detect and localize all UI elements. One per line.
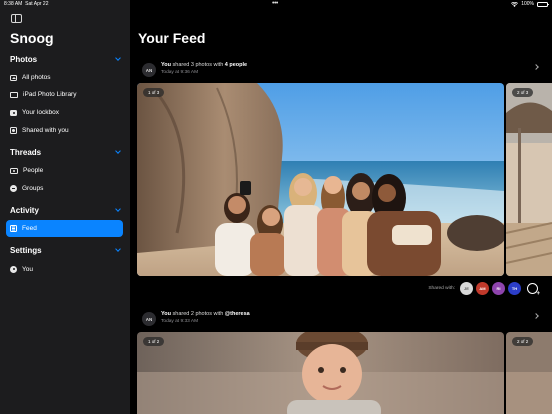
photo-child[interactable]: 1 of 2 <box>137 332 504 414</box>
section-settings[interactable]: Settings <box>10 243 124 257</box>
post-header[interactable]: AN You shared 2 photos with @theresa Tod… <box>142 311 542 331</box>
sidebar-item-label: All photos <box>22 74 51 81</box>
section-label: Photos <box>10 54 38 64</box>
multitasking-dots[interactable]: ••• <box>272 0 278 7</box>
lockbox-icon <box>10 109 17 116</box>
sidebar-item-label: You <box>22 266 33 273</box>
photo-counter-badge: 2 of 3 <box>512 88 534 97</box>
status-right: 100% <box>511 1 549 7</box>
child-photo-image <box>137 332 504 414</box>
photo-icon <box>10 74 17 81</box>
section-photos[interactable]: Photos <box>10 52 124 66</box>
photo-next-preview[interactable]: 2 of 3 <box>506 83 552 276</box>
wifi-icon <box>511 1 519 7</box>
people-icon <box>10 167 18 174</box>
sidebar-item-feed[interactable]: Feed <box>6 220 123 237</box>
next-photo-image <box>506 83 552 276</box>
shared-icon <box>10 127 17 134</box>
shared-with-label: Shared with: <box>428 285 455 291</box>
section-threads[interactable]: Threads <box>10 145 124 159</box>
post-summary: You shared 2 photos with @theresa <box>161 311 250 317</box>
avatar[interactable]: AN <box>142 312 156 326</box>
sidebar-item-shared-with-you[interactable]: Shared with you <box>6 122 123 139</box>
chevron-right-icon[interactable] <box>533 313 539 319</box>
sidebar-item-people[interactable]: People <box>6 162 123 179</box>
chevron-down-icon <box>115 55 121 61</box>
photo-next-preview[interactable]: 2 of 2 <box>506 332 552 414</box>
photo-beach-group[interactable]: 1 of 3 <box>137 83 504 276</box>
chevron-right-icon[interactable] <box>533 64 539 70</box>
chevron-down-icon <box>115 206 121 212</box>
sidebar-item-label: iPad Photo Library <box>23 91 77 98</box>
sidebar-item-groups[interactable]: Groups <box>6 180 123 197</box>
sidebar-item-label: Your lockbox <box>22 109 59 116</box>
sidebar-item-you[interactable]: You <box>6 261 123 278</box>
app-title: Snoog <box>10 30 54 46</box>
sidebar-item-label: Shared with you <box>22 127 69 134</box>
section-label: Threads <box>10 147 42 157</box>
avatar[interactable]: RI <box>492 281 505 295</box>
page-title: Your Feed <box>138 30 206 46</box>
avatar[interactable]: AN <box>142 63 156 77</box>
sidebar-item-all-photos[interactable]: All photos <box>6 69 123 86</box>
post-summary: You shared 3 photos with 4 people <box>161 62 248 68</box>
avatar[interactable]: JE <box>460 281 473 295</box>
photo-counter-badge: 2 of 2 <box>512 337 534 346</box>
chevron-down-icon <box>115 246 121 252</box>
post-timestamp: Today at 9:33 AM <box>161 319 199 324</box>
post-header[interactable]: AN You shared 3 photos with 4 people Tod… <box>142 62 542 82</box>
add-person-icon[interactable] <box>527 282 540 297</box>
post-timestamp: Today at 9:36 AM <box>161 70 199 75</box>
battery-icon <box>537 1 549 7</box>
photo-counter-badge: 1 of 2 <box>143 337 165 346</box>
sidebar-icon[interactable] <box>11 14 22 23</box>
sidebar: Snoog Photos All photos iPad Photo Libra… <box>0 0 130 414</box>
status-bar: 8:38 AM Sat Apr 22 ••• 100% <box>0 0 552 9</box>
shared-with-row: Shared with: JE AM RI TH <box>428 281 540 297</box>
photo-counter-badge: 1 of 3 <box>143 88 165 97</box>
person-icon <box>10 266 17 273</box>
sidebar-item-label: People <box>23 167 44 174</box>
sidebar-item-lockbox[interactable]: Your lockbox <box>6 104 123 121</box>
section-label: Settings <box>10 245 42 255</box>
groups-icon <box>10 185 17 192</box>
battery-percent: 100% <box>521 1 534 7</box>
sidebar-item-label: Groups <box>22 185 44 192</box>
avatar[interactable]: AM <box>476 281 489 295</box>
section-activity[interactable]: Activity <box>10 203 124 217</box>
avatar[interactable]: TH <box>508 281 521 295</box>
section-label: Activity <box>10 205 39 215</box>
sidebar-item-label: Feed <box>22 225 37 232</box>
beach-photo-image <box>137 83 504 276</box>
library-icon <box>10 91 18 98</box>
feed-icon <box>10 225 17 232</box>
sidebar-item-ipad-photo-library[interactable]: iPad Photo Library <box>6 86 123 103</box>
chevron-down-icon <box>115 148 121 154</box>
status-time: 8:38 AM Sat Apr 22 <box>4 1 49 7</box>
feed-main[interactable]: Your Feed AN You shared 3 photos with 4 … <box>131 0 552 414</box>
